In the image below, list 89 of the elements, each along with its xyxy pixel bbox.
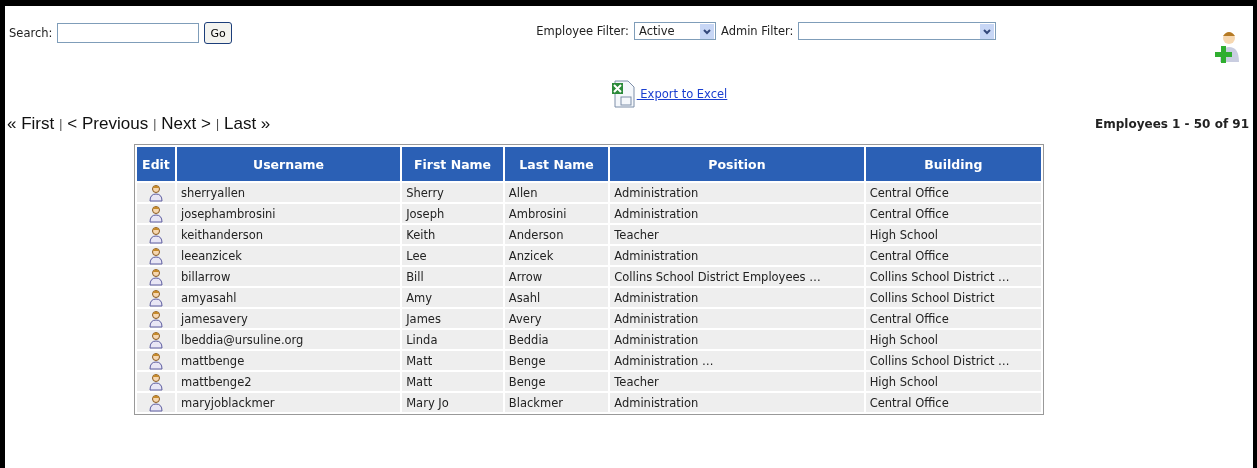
search-field[interactable] [57,23,200,43]
table-cell: Central Office [865,246,1041,265]
spreadsheet-icon[interactable] [610,80,635,108]
table-cell: Linda [402,330,503,349]
table-cell: Amy [402,288,503,307]
table-cell: Mary Jo [402,393,503,412]
admin-filter-label: Admin Filter: [720,24,794,38]
column-header[interactable]: First Name [402,147,503,181]
table-cell: leeanzicek [176,246,401,265]
user-icon[interactable] [148,225,163,244]
user-icon[interactable] [148,372,163,391]
separator: | [59,117,63,131]
column-header[interactable]: Position [610,147,864,181]
table-cell: Collins School District … [865,267,1041,286]
table-cell: josephambrosini [176,204,401,223]
table-cell: Allen [504,183,609,202]
table-cell: Avery [504,309,609,328]
table-cell: Matt [402,372,503,391]
user-icon[interactable] [148,204,163,223]
table-cell: Sherry [402,183,503,202]
column-header[interactable]: Edit [137,147,175,181]
table-cell: High School [865,372,1041,391]
table-cell: Collins School District Employees … [610,267,864,286]
table-cell: jamesavery [176,309,401,328]
separator: | [153,117,157,131]
record-count: Employees 1 - 50 of 91 [1095,117,1249,131]
table-cell: Matt [402,351,503,370]
table-cell: Administration [610,246,864,265]
table-cell: James [402,309,503,328]
table-cell: Benge [504,351,609,370]
table-cell: Blackmer [504,393,609,412]
table-cell: Teacher [610,225,864,244]
table-cell: Teacher [610,372,864,391]
table-cell: maryjoblackmer [176,393,401,412]
table-cell: Administration [610,183,864,202]
table-cell: Central Office [865,309,1041,328]
table-cell: Lee [402,246,503,265]
pagination-link[interactable]: < Previous [67,114,149,134]
column-header[interactable]: Username [176,147,401,181]
user-icon[interactable] [148,267,163,286]
table-cell: lbeddia@ursuline.org [176,330,401,349]
admin-filter-dropdown[interactable] [798,22,997,40]
table-cell: Asahl [504,288,609,307]
table-cell: Administration [610,309,864,328]
table-cell: Central Office [865,204,1041,223]
table-cell: Beddia [504,330,609,349]
user-icon[interactable] [148,309,163,328]
pagination-link[interactable]: Last » [224,114,271,134]
table-cell: Administration [610,393,864,412]
table-cell: Administration [610,204,864,223]
user-icon[interactable] [148,393,163,412]
table-cell: Joseph [402,204,503,223]
search-label: Search: [9,26,53,40]
separator: | [215,117,219,131]
table-cell: Anderson [504,225,609,244]
export-link[interactable]: Export to Excel [636,87,728,101]
table-cell: Arrow [504,267,609,286]
table-cell: amyasahl [176,288,401,307]
table-cell: Benge [504,372,609,391]
user-icon[interactable] [148,351,163,370]
table-cell: mattbenge [176,351,401,370]
table-cell: Administration [610,288,864,307]
employee-filter-dropdown[interactable]: Active [633,22,716,40]
table-cell: Administration … [610,351,864,370]
table-cell: Keith [402,225,503,244]
go-button[interactable]: Go [204,22,232,44]
employee-filter-label: Employee Filter: [536,24,629,38]
user-icon[interactable] [148,288,163,307]
pagination-link[interactable]: Next > [161,114,211,134]
column-header[interactable]: Building [865,147,1041,181]
table-cell: Ambrosini [504,204,609,223]
table-cell: mattbenge2 [176,372,401,391]
table-cell: Anzicek [504,246,609,265]
table-cell: Administration [610,330,864,349]
table-cell: High School [865,330,1041,349]
table-cell: High School [865,225,1041,244]
table-cell: sherryallen [176,183,401,202]
table-cell: Central Office [865,393,1041,412]
table-cell: Central Office [865,183,1041,202]
column-header[interactable]: Last Name [504,147,609,181]
table-cell: keithanderson [176,225,401,244]
user-icon[interactable] [148,183,163,202]
user-icon[interactable] [148,330,163,349]
table-cell: Bill [402,267,503,286]
table-cell: Collins School District … [865,351,1041,370]
user-icon[interactable] [148,246,163,265]
table-cell: Collins School District [865,288,1041,307]
pagination-link[interactable]: « First [7,114,55,134]
table-cell: billarrow [176,267,401,286]
